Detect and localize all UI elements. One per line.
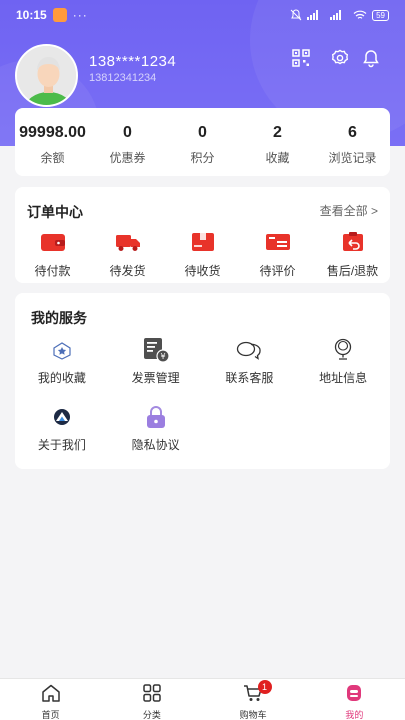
status-time: 10:15 (16, 8, 47, 22)
stat-balance[interactable]: 99998.00 余额 (15, 108, 90, 176)
tab-category[interactable]: 分类 (101, 679, 202, 720)
stat-value: 6 (348, 124, 357, 141)
signal-icon-2 (330, 10, 342, 20)
tab-home[interactable]: 首页 (0, 679, 101, 720)
stat-label: 优惠券 (109, 151, 146, 165)
cart-count-badge: 1 (257, 680, 272, 694)
grid-icon (143, 684, 161, 702)
signal-icon (307, 10, 319, 20)
review-icon (265, 234, 290, 250)
service-about-us[interactable]: 关于我们 (15, 404, 109, 453)
order-center-title: 订单中心 (27, 204, 83, 220)
service-label: 发票管理 (131, 371, 180, 385)
service-privacy[interactable]: 隐私协议 (109, 404, 203, 453)
order-pending-shipment[interactable]: 待发货 (90, 231, 165, 279)
location-icon (334, 338, 352, 360)
tab-label: 购物车 (239, 710, 267, 720)
order-status-label: 待发货 (109, 264, 146, 278)
tab-mine[interactable]: 我的 (304, 679, 405, 720)
tab-label: 分类 (142, 710, 161, 720)
stat-label: 浏览记录 (328, 151, 377, 165)
chat-icon (237, 341, 262, 360)
order-status-label: 售后/退款 (326, 264, 379, 278)
invoice-icon: ¥ (143, 338, 170, 363)
wallet-icon (40, 234, 65, 251)
my-services-title: 我的服务 (31, 310, 87, 326)
package-icon (191, 233, 214, 251)
order-after-sales[interactable]: 售后/退款 (315, 231, 390, 279)
service-label: 联系客服 (225, 371, 274, 385)
service-invoice[interactable]: ¥ 发票管理 (109, 337, 203, 386)
service-label: 地址信息 (319, 371, 368, 385)
tab-cart[interactable]: 1 购物车 (203, 679, 304, 720)
service-favorites[interactable]: 我的收藏 (15, 337, 109, 386)
battery-level: 59 (372, 9, 389, 21)
about-icon (53, 409, 70, 425)
stat-label: 积分 (190, 151, 215, 165)
stat-value: 2 (273, 124, 282, 141)
my-services-card: 我的服务 我的收藏 ¥ 发票管理 联系客服 地址信息 关于我们 隐私协议 (15, 293, 390, 469)
stat-label: 收藏 (265, 151, 290, 165)
service-customer-support[interactable]: 联系客服 (203, 337, 297, 386)
status-more-dots: ··· (72, 8, 88, 22)
order-center-card: 订单中心 查看全部 > 待付款 待发货 待收货 待评价 售后/退款 (15, 187, 390, 283)
stat-label: 余额 (40, 151, 65, 165)
refund-icon (342, 232, 363, 251)
tab-label: 首页 (41, 710, 60, 720)
service-label: 关于我们 (37, 438, 86, 452)
mute-icon (290, 9, 302, 21)
account-stats-card: 99998.00 余额 0 优惠券 0 积分 2 收藏 6 浏览记录 (15, 108, 390, 176)
service-address[interactable]: 地址信息 (296, 337, 390, 386)
stat-value: 0 (123, 124, 132, 141)
app-notification-icon (52, 8, 67, 22)
order-status-label: 待收货 (184, 264, 221, 278)
service-label: 隐私协议 (131, 438, 180, 452)
bottom-tab-bar: 首页 分类 1 购物车 我的 (0, 678, 405, 720)
qr-code-icon[interactable] (291, 48, 311, 68)
bell-icon[interactable] (361, 48, 381, 68)
order-status-label: 待评价 (259, 264, 296, 278)
home-icon (41, 684, 60, 702)
wifi-icon (353, 10, 367, 19)
order-pending-receipt[interactable]: 待收货 (165, 231, 240, 279)
tab-label: 我的 (345, 710, 364, 720)
order-status-label: 待付款 (34, 264, 71, 278)
view-all-orders-link[interactable]: 查看全部 > (320, 202, 378, 219)
star-icon (53, 342, 71, 360)
status-bar: 10:15 ··· 59 (0, 0, 405, 30)
user-icon (347, 685, 362, 701)
user-id: 13812341234 (89, 72, 157, 84)
lock-icon (146, 406, 165, 428)
stat-value: 99998.00 (19, 124, 86, 141)
order-pending-payment[interactable]: 待付款 (15, 231, 90, 279)
stat-favorites[interactable]: 2 收藏 (240, 108, 315, 176)
svg-text:¥: ¥ (160, 352, 165, 361)
order-pending-review[interactable]: 待评价 (240, 231, 315, 279)
gear-icon[interactable] (330, 48, 350, 68)
avatar[interactable] (15, 44, 78, 107)
stat-value: 0 (198, 124, 207, 141)
user-phone: 138****1234 (89, 53, 177, 70)
stat-points[interactable]: 0 积分 (165, 108, 240, 176)
service-label: 我的收藏 (37, 371, 86, 385)
truck-icon (115, 235, 140, 251)
stat-history[interactable]: 6 浏览记录 (315, 108, 390, 176)
stat-coupons[interactable]: 0 优惠券 (90, 108, 165, 176)
